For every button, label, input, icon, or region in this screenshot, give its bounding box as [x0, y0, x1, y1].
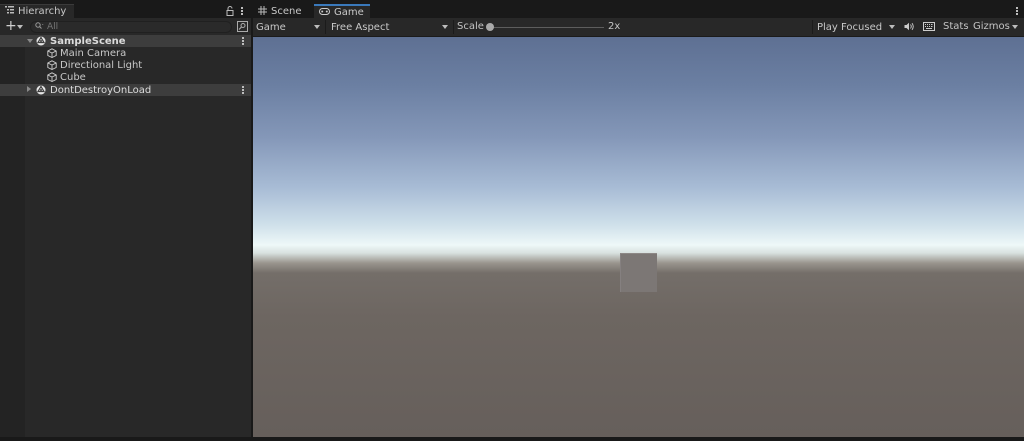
unity-scene-icon [36, 85, 46, 98]
keyboard-icon[interactable] [923, 22, 935, 34]
hierarchy-item-samplescene[interactable]: SampleScene [0, 35, 251, 47]
game-toolbar: Game Free Aspect Scale 2x Play Focused S… [253, 18, 1024, 37]
toolbar-divider [325, 20, 326, 34]
scale-slider-track[interactable] [489, 27, 604, 28]
hierarchy-search[interactable] [30, 21, 232, 33]
play-mode-label: Play Focused [817, 21, 883, 33]
hierarchy-item-directional-light[interactable]: Directional Light [0, 59, 251, 71]
grid-icon [258, 5, 267, 18]
chevron-down-icon [314, 25, 320, 29]
hierarchy-item-label: Directional Light [60, 59, 143, 71]
tab-hierarchy[interactable]: Hierarchy [0, 4, 74, 18]
aspect-dropdown-label: Free Aspect [331, 21, 390, 33]
toolbar-divider [453, 20, 454, 34]
play-mode-dropdown[interactable]: Play Focused [814, 20, 899, 34]
hierarchy-gutter [0, 37, 25, 437]
tab-scene[interactable]: Scene [253, 4, 313, 18]
toolbar-divider [812, 20, 813, 34]
aspect-dropdown[interactable]: Free Aspect [328, 20, 452, 34]
game-panel: Scene Game Game Free Aspect Scale 2x Pla… [253, 4, 1024, 437]
scene-menu-icon[interactable] [241, 37, 244, 45]
add-dropdown-caret-icon[interactable] [17, 25, 23, 29]
tab-scene-label: Scene [271, 6, 302, 17]
scale-label: Scale [457, 21, 484, 32]
search-input[interactable] [47, 22, 217, 32]
game-tab-bar: Scene Game [253, 4, 1024, 18]
hierarchy-item-label: SampleScene [50, 35, 126, 47]
collapse-arrow-icon[interactable] [27, 86, 31, 92]
hierarchy-menu-icon[interactable] [240, 7, 243, 15]
gamepad-icon [319, 7, 330, 18]
tab-hierarchy-label: Hierarchy [18, 6, 67, 17]
scene-menu-icon[interactable] [241, 86, 244, 94]
bottom-strip [0, 437, 1024, 441]
tab-game-label: Game [334, 6, 364, 18]
hierarchy-panel: Hierarchy + SampleScene Mai [0, 4, 251, 437]
search-scene-icon[interactable] [237, 21, 248, 35]
search-icon [35, 21, 44, 33]
hierarchy-item-cube[interactable]: Cube [0, 71, 251, 83]
speaker-icon[interactable] [904, 22, 915, 34]
hierarchy-list-icon [5, 6, 14, 17]
hierarchy-item-label: Main Camera [60, 47, 127, 59]
gizmos-button[interactable]: Gizmos [973, 21, 1010, 32]
add-button[interactable]: + [5, 19, 17, 33]
hierarchy-item-label: DontDestroyOnLoad [50, 84, 152, 96]
stats-button[interactable]: Stats [943, 21, 969, 32]
display-dropdown[interactable]: Game [253, 20, 324, 34]
hierarchy-item-label: Cube [60, 71, 86, 83]
scale-slider-knob[interactable] [486, 23, 494, 31]
scale-value: 2x [608, 21, 621, 32]
display-dropdown-label: Game [256, 21, 286, 33]
tab-game[interactable]: Game [314, 4, 370, 18]
gizmos-dropdown-caret-icon[interactable] [1012, 25, 1018, 29]
chevron-down-icon [442, 25, 448, 29]
game-viewport[interactable] [253, 37, 1024, 437]
hierarchy-item-main-camera[interactable]: Main Camera [0, 47, 251, 59]
hierarchy-tab-bar: Hierarchy [0, 4, 251, 18]
expand-arrow-icon[interactable] [27, 39, 33, 43]
game-menu-icon[interactable] [1015, 7, 1018, 15]
hierarchy-item-dontdestroyonload[interactable]: DontDestroyOnLoad [0, 84, 251, 96]
cube-object [620, 253, 657, 292]
chevron-down-icon [889, 25, 895, 29]
